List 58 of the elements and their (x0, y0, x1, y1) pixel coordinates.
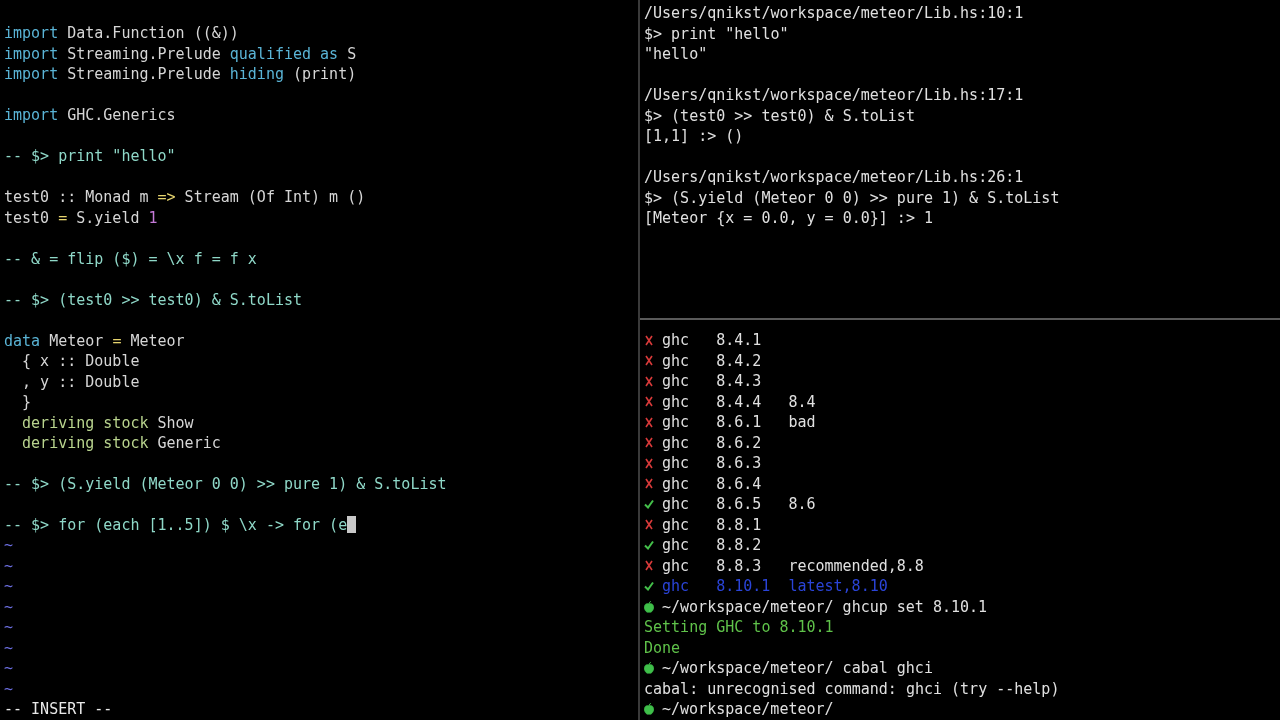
repl-output-line: "hello" (644, 44, 708, 65)
code-line: import Streaming.Prelude qualified as S (4, 43, 357, 65)
code-line: test0 = S.yield 1 (4, 207, 158, 229)
version-row-text: ghc 8.4.2 (662, 350, 763, 371)
tilde-marker: ~ (4, 596, 14, 618)
code-line: -- & = flip ($) = \x f = f x (4, 248, 257, 270)
tilde-marker: ~ (4, 555, 14, 577)
code-line: data Meteor = Meteor (4, 330, 185, 352)
code-line: -- $> for (each [1..5]) $ \x -> for (e (4, 514, 357, 536)
code-line: test0 :: Monad m => Stream (Of Int) m () (4, 187, 366, 208)
code-line: import Data.Function ((&)) (4, 23, 239, 44)
code-line: import Streaming.Prelude hiding (print) (4, 64, 357, 85)
code-line: -- $> print "hello" (4, 146, 176, 167)
repl-output-line: [Meteor {x = 0.0, y = 0.0}] :> 1 (644, 208, 933, 229)
version-row: ghc 8.6.1 bad (662, 412, 816, 433)
shell-output: cabal: unrecognised command: ghci (try --help) (644, 678, 1060, 699)
shell-command: ~/workspace/meteor/ (662, 699, 834, 720)
version-row-text: ghc 8.4.3 (662, 371, 763, 392)
version-row-text: ghc 8.6.2 (662, 432, 763, 453)
repl-output-line: $> (test0 >> test0) & S.toList (644, 105, 915, 126)
repl-output-line: /Users/qnikst/workspace/meteor/Lib.hs:26:1 (644, 167, 1024, 188)
code-line: deriving stock Show (21, 412, 194, 434)
tilde-marker: ~ (4, 658, 14, 679)
code-line: { x :: Double (21, 351, 140, 372)
apple-icon (644, 703, 654, 716)
version-row: ghc 8.4.4 8.4 (662, 391, 816, 412)
shell-command: ~/workspace/meteor/ ghcup set 8.10.1 (662, 596, 988, 617)
shell-output: Setting GHC to 8.10.1 (644, 617, 834, 638)
text-cursor (347, 515, 357, 533)
tilde-marker: ~ (4, 576, 14, 597)
tilde-marker: ~ (4, 678, 14, 700)
apple-icon (644, 600, 654, 613)
shell-command: ~/workspace/meteor/ cabal ghci (662, 658, 933, 679)
version-row-text: ghc 8.8.2 (662, 535, 763, 556)
repl-output-line: $> (S.yield (Meteor 0 0) >> pure 1) & S.toList (644, 187, 1060, 208)
code-line: deriving stock Generic (21, 433, 221, 454)
version-row-text: ghc 8.6.4 (662, 473, 763, 494)
tilde-marker: ~ (4, 637, 14, 659)
apple-icon (644, 662, 654, 675)
tilde-marker: ~ (4, 535, 14, 556)
version-row: ghc 8.6.5 8.6 (662, 494, 816, 515)
version-row-text: ghc 8.4.1 (662, 330, 763, 351)
repl-output-line: [1,1] :> () (644, 126, 744, 147)
shell-output: Done (644, 637, 681, 658)
code-line: import GHC.Generics (4, 105, 176, 126)
code-line: , y :: Double (21, 371, 140, 393)
version-row-text: ghc 8.6.3 (662, 453, 763, 474)
repl-output-line: /Users/qnikst/workspace/meteor/Lib.hs:17:1 (644, 85, 1024, 106)
mode-indicator: -- INSERT -- (4, 699, 113, 720)
version-row-text: ghc 8.8.1 (662, 514, 763, 535)
code-line: -- $> (S.yield (Meteor 0 0) >> pure 1) & S.toList (4, 474, 447, 495)
code-line: -- $> (test0 >> test0) & S.toList (4, 289, 302, 311)
tilde-marker: ~ (4, 617, 14, 638)
version-row: ghc 8.10.1 latest,8.10 (662, 576, 888, 597)
repl-output-line: /Users/qnikst/workspace/meteor/Lib.hs:10:1 (644, 3, 1024, 24)
code-line: } (21, 392, 32, 413)
repl-output-line: $> print "hello" (644, 23, 789, 44)
version-row: ghc 8.8.3 recommended,8.8 (662, 555, 924, 576)
